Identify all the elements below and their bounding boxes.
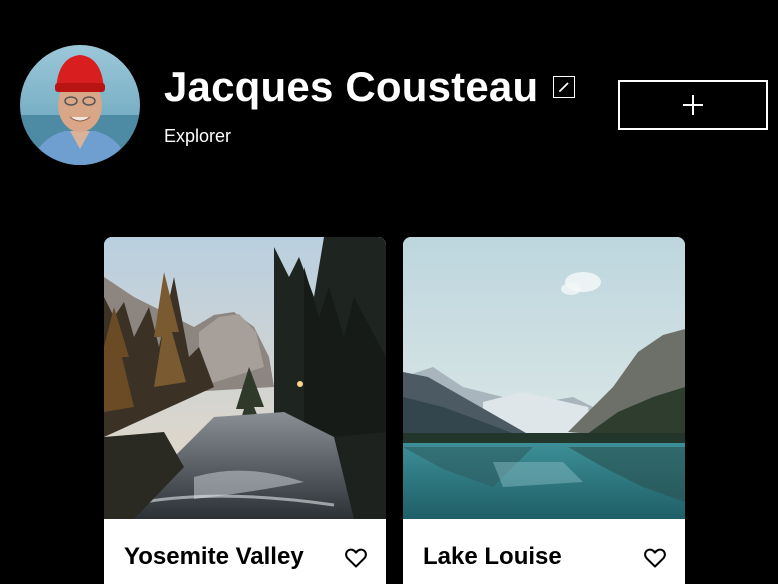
mountain-lake-photo (403, 237, 685, 519)
avatar-image (20, 45, 140, 165)
place-card: Lake Louise (403, 237, 685, 584)
add-place-button[interactable] (618, 80, 768, 130)
card-image[interactable] (104, 237, 386, 519)
card-title: Yosemite Valley (124, 543, 304, 570)
card-title: Lake Louise (423, 543, 562, 570)
heart-outline-icon (345, 548, 367, 568)
like-button[interactable] (345, 548, 367, 568)
forest-river-photo (104, 237, 386, 519)
profile-role: Explorer (164, 126, 232, 146)
page: Jacques Cousteau Explorer Yosemite Valle… (0, 0, 778, 584)
avatar (20, 45, 140, 165)
edit-profile-button[interactable] (553, 76, 575, 98)
heart-outline-icon (644, 548, 666, 568)
place-card: Yosemite Valley (104, 237, 386, 584)
pencil-icon (559, 82, 569, 92)
profile-section: Jacques Cousteau Explorer (20, 45, 610, 165)
card-image[interactable] (403, 237, 685, 519)
like-button[interactable] (644, 548, 666, 568)
profile-name: Jacques Cousteau (164, 63, 539, 110)
plus-icon (683, 95, 703, 115)
